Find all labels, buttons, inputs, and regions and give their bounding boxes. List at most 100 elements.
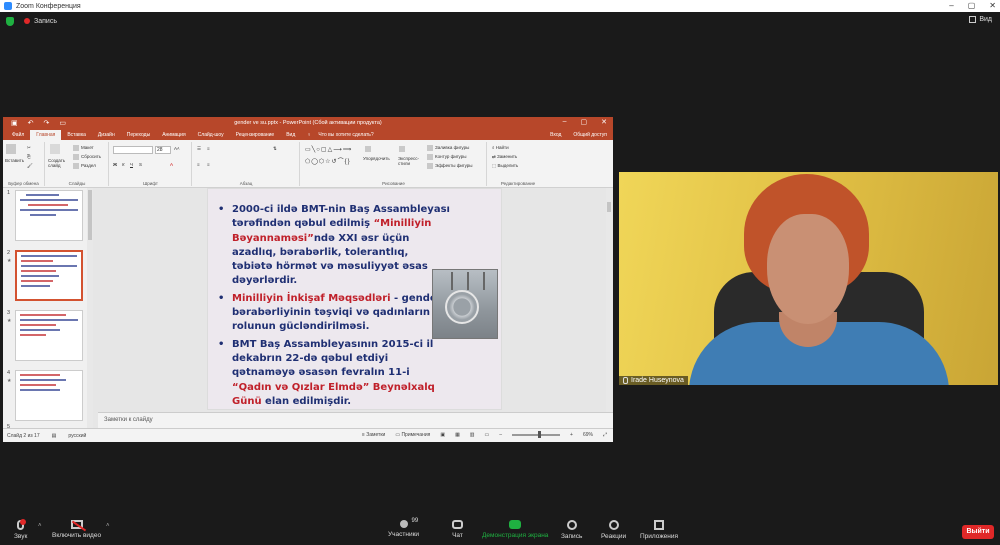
slide-sorter-icon[interactable]: ▦ bbox=[455, 432, 460, 438]
zoom-in-icon[interactable]: + bbox=[570, 432, 573, 438]
notes-pane[interactable]: Заметки к слайду bbox=[98, 412, 613, 428]
audio-options-caret-icon[interactable]: ˄ bbox=[38, 523, 42, 529]
comments-toggle[interactable]: ▭ Примечания bbox=[395, 432, 430, 438]
video-options-caret-icon[interactable]: ˄ bbox=[106, 523, 110, 529]
find-button[interactable]: ⌕ Найти bbox=[492, 145, 509, 150]
slide-thumbnail-2[interactable] bbox=[15, 250, 83, 301]
shapes-gallery-row2[interactable]: ⬠◯⬡☆↺⌒{} bbox=[305, 156, 351, 165]
leave-button[interactable]: Выйти bbox=[962, 525, 994, 539]
tell-me-box[interactable]: ♀ Что вы хотите сделать? bbox=[301, 130, 385, 140]
ppt-close-icon[interactable]: ✕ bbox=[601, 118, 607, 126]
language-indicator[interactable]: русский bbox=[68, 433, 86, 439]
transition-star-icon: ★ bbox=[7, 258, 12, 264]
participant-name-tag: Irade Huseynova bbox=[619, 376, 688, 385]
notes-toggle[interactable]: ≡ Заметки bbox=[362, 432, 385, 438]
numbering-icon[interactable]: ≡ bbox=[207, 146, 210, 151]
ribbon-tabs: Файл Главная Вставка Дизайн Переходы Ани… bbox=[3, 129, 613, 140]
tab-animations[interactable]: Анимация bbox=[156, 130, 191, 140]
security-shield-icon[interactable] bbox=[6, 16, 14, 26]
zoom-percent[interactable]: 69% bbox=[583, 432, 593, 438]
slide-thumbnail-4[interactable] bbox=[15, 370, 83, 421]
font-group-label: Шрифт bbox=[143, 181, 158, 186]
zoom-app-icon bbox=[4, 2, 12, 10]
reading-view-icon[interactable]: ▥ bbox=[470, 432, 475, 438]
bold-icon[interactable]: Ж bbox=[113, 162, 117, 167]
video-button[interactable]: Включить видео bbox=[52, 520, 101, 539]
record-button[interactable]: Запись bbox=[561, 520, 582, 540]
shape-effects-button[interactable]: Эффекты фигуры bbox=[427, 163, 473, 169]
select-button[interactable]: ⬚ Выделить bbox=[492, 163, 518, 169]
participants-button[interactable]: 99 Участники bbox=[388, 518, 419, 538]
view-button[interactable]: Вид bbox=[969, 16, 992, 23]
tab-view[interactable]: Вид bbox=[280, 130, 301, 140]
ppt-minimize-icon[interactable]: – bbox=[563, 118, 567, 126]
italic-icon[interactable]: К bbox=[122, 162, 125, 167]
reactions-button[interactable]: Реакции bbox=[601, 520, 626, 540]
layout-button[interactable]: Макет bbox=[73, 145, 94, 151]
share-link[interactable]: Общий доступ bbox=[567, 130, 613, 140]
align-center-icon[interactable]: ≡ bbox=[207, 162, 210, 167]
paste-button[interactable] bbox=[6, 144, 18, 154]
new-slide-label: Создать слайд bbox=[48, 158, 66, 168]
section-button[interactable]: Раздел bbox=[73, 163, 96, 169]
fit-slide-icon[interactable]: ⤢ bbox=[603, 432, 607, 438]
copy-icon[interactable]: ⎘ bbox=[27, 154, 31, 159]
zoom-meeting-toolbar: Звук ˄ Включить видео ˄ 99 Участники Чат… bbox=[0, 515, 1000, 545]
tab-review[interactable]: Рецензирование bbox=[230, 130, 281, 140]
shape-fill-button[interactable]: Заливка фигуры bbox=[427, 145, 469, 151]
zoom-out-icon[interactable]: – bbox=[499, 432, 502, 438]
grow-font-icon[interactable]: A˄ bbox=[174, 146, 180, 151]
tab-file[interactable]: Файл bbox=[6, 130, 30, 140]
slide-canvas[interactable]: 2000-ci ildə BMT-nin Baş Assambleyası tə… bbox=[207, 188, 502, 410]
quick-styles-button[interactable] bbox=[399, 146, 407, 152]
bullets-icon[interactable]: ☰ bbox=[197, 146, 201, 152]
participants-count: 99 bbox=[411, 518, 419, 524]
tab-design[interactable]: Дизайн bbox=[92, 130, 121, 140]
ppt-restore-icon[interactable]: ▢ bbox=[581, 118, 588, 126]
shapes-gallery[interactable]: ▭╲○▢△⟶⟹ bbox=[305, 146, 352, 153]
audio-button[interactable]: Звук bbox=[14, 519, 27, 540]
slide-scrollbar[interactable] bbox=[606, 188, 612, 412]
shadow-icon[interactable]: S bbox=[139, 162, 142, 167]
share-screen-icon bbox=[509, 520, 522, 529]
arrange-button[interactable] bbox=[365, 146, 373, 152]
close-icon[interactable]: ✕ bbox=[989, 0, 996, 12]
reset-button[interactable]: Сбросить bbox=[73, 154, 101, 160]
grid-icon bbox=[969, 16, 977, 23]
zoom-slider[interactable] bbox=[512, 431, 561, 438]
ppt-status-bar: Слайд 2 из 17 ▤ русский ≡ Заметки ▭ Прим… bbox=[3, 428, 613, 442]
select-label: Выделить bbox=[497, 163, 519, 168]
slide-thumbnail-1[interactable] bbox=[15, 190, 83, 241]
font-size-select[interactable]: 28 bbox=[155, 146, 171, 154]
tab-slideshow[interactable]: Слайд-шоу bbox=[192, 130, 230, 140]
tab-transitions[interactable]: Переходы bbox=[121, 130, 156, 140]
share-screen-button[interactable]: Демонстрация экрана bbox=[482, 520, 548, 539]
normal-view-icon[interactable]: ▣ bbox=[440, 432, 445, 438]
replace-button[interactable]: ⇄ Заменить bbox=[492, 154, 517, 160]
align-left-icon[interactable]: ≡ bbox=[197, 162, 200, 167]
format-painter-icon[interactable]: 🖌 bbox=[27, 163, 33, 169]
arrange-label: Упорядочить bbox=[363, 156, 390, 161]
slide-thumbnail-3[interactable] bbox=[15, 310, 83, 361]
cut-icon[interactable]: ✂ bbox=[27, 145, 31, 151]
sign-in-link[interactable]: Вход bbox=[544, 130, 567, 140]
apps-button[interactable]: Приложения bbox=[640, 520, 678, 540]
slideshow-view-icon[interactable]: ▭ bbox=[485, 432, 490, 438]
transition-star-icon: ★ bbox=[7, 378, 12, 384]
maximize-icon[interactable]: ▢ bbox=[968, 0, 976, 12]
shape-outline-button[interactable]: Контур фигуры bbox=[427, 154, 466, 160]
tab-insert[interactable]: Вставка bbox=[61, 130, 92, 140]
chat-button[interactable]: Чат bbox=[452, 520, 463, 539]
text-direction-icon[interactable]: ⇅ bbox=[273, 146, 277, 152]
underline-icon[interactable]: Ч bbox=[130, 162, 133, 167]
new-slide-button[interactable] bbox=[50, 144, 62, 154]
tab-home[interactable]: Главная bbox=[30, 130, 62, 140]
slide-scroll-thumb[interactable] bbox=[607, 202, 611, 212]
thumbnails-scrollbar[interactable] bbox=[87, 188, 93, 428]
spellcheck-icon[interactable]: ▤ bbox=[52, 433, 57, 439]
minimize-icon[interactable]: – bbox=[949, 0, 953, 12]
font-color-icon[interactable]: A bbox=[170, 162, 173, 167]
thumbnails-scroll-thumb[interactable] bbox=[88, 190, 92, 240]
font-name-select[interactable] bbox=[113, 146, 153, 154]
speaker-video-tile[interactable]: Irade Huseynova bbox=[619, 172, 998, 385]
